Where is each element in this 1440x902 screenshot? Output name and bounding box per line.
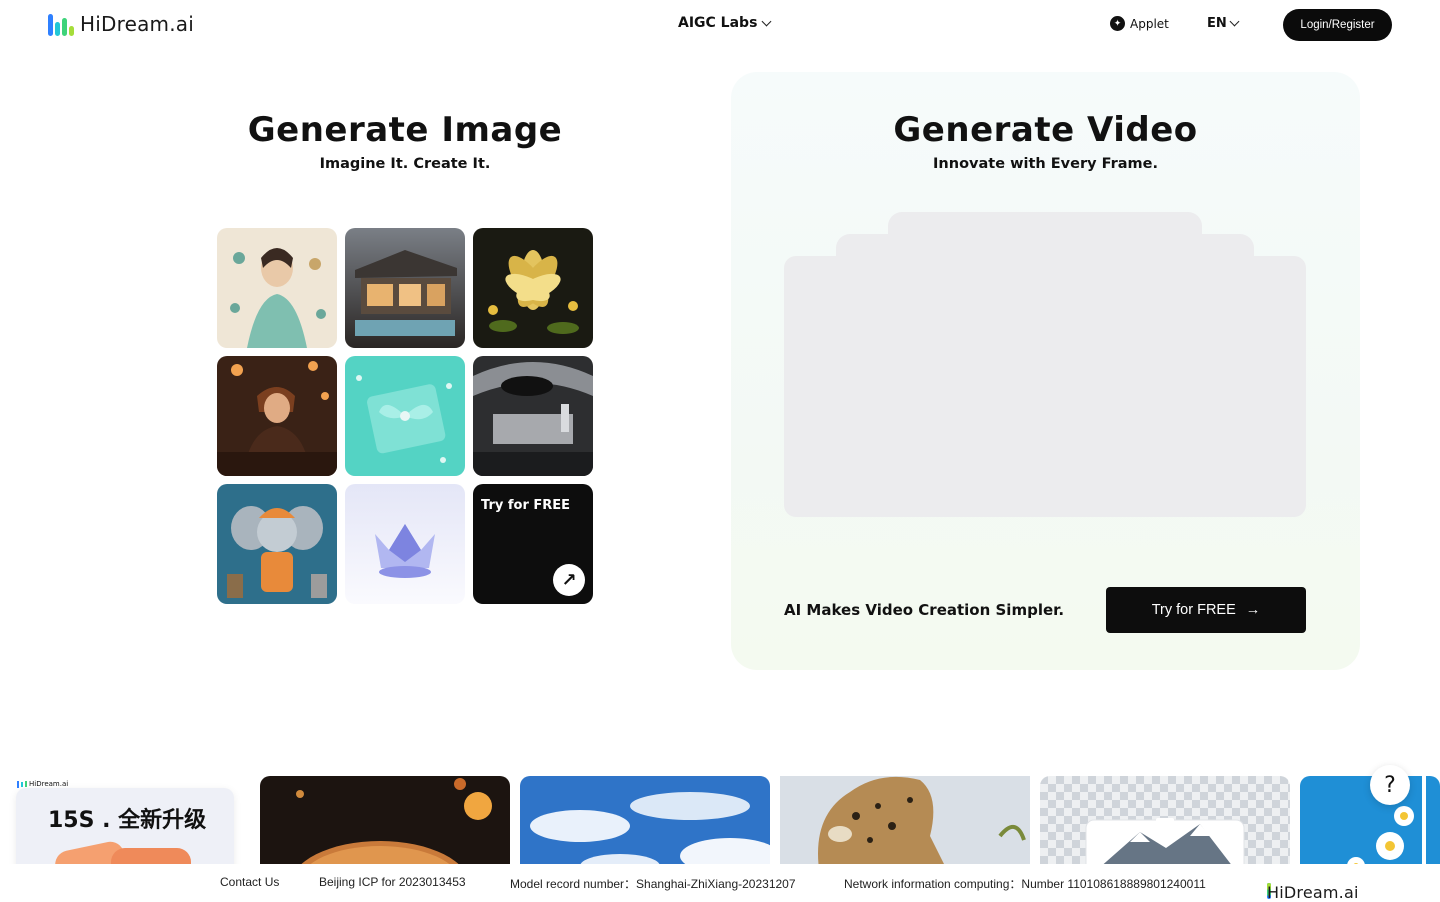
brand-name: HiDream.ai [80, 12, 194, 36]
promo-headline: 15S . 全新升级 [48, 808, 207, 833]
gallery-tile-warrior-tavern[interactable] [217, 356, 337, 476]
gallery-tile-teal-gift[interactable] [345, 356, 465, 476]
try-for-free-label: Try for FREE [481, 498, 571, 513]
video-tagline: AI Makes Video Creation Simpler. [784, 601, 1065, 619]
brand-logo[interactable]: HiDream.ai [48, 12, 194, 36]
language-selector[interactable]: EN [1207, 16, 1240, 31]
gallery-tile-golden-lotus[interactable] [473, 228, 593, 348]
promo-shape [111, 848, 191, 864]
generate-video-card: Generate Video Innovate with Every Frame… [731, 72, 1360, 670]
language-label: EN [1207, 16, 1227, 31]
top-nav-bar: HiDream.ai AIGC Labs ✦ Applet EN Login/R… [0, 0, 1440, 50]
gallery-tile-modern-house[interactable] [345, 228, 465, 348]
generate-image-subtitle: Imagine It. Create It. [319, 156, 491, 172]
contact-us-link[interactable]: Contact Us [220, 875, 279, 889]
generate-image-title: Generate Image [247, 110, 563, 150]
icp-record[interactable]: Beijing ICP for 2023013453 [319, 875, 466, 889]
applet-label: Applet [1130, 16, 1169, 31]
gallery-tile-crystal-crown[interactable] [345, 484, 465, 604]
gallery-tile-cartoon-elephant[interactable] [217, 484, 337, 604]
footer: Contact Us Beijing ICP for 2023013453 Mo… [0, 864, 1440, 902]
footer-brand-logo: HiDream.ai [1267, 872, 1358, 902]
gallery-tile-art-nouveau-woman[interactable] [217, 228, 337, 348]
video-preview-placeholder[interactable] [784, 256, 1306, 517]
model-record: Model record number：Shanghai-ZhiXiang-20… [510, 877, 796, 891]
applet-link[interactable]: ✦ Applet [1110, 16, 1169, 31]
promo-brand: HiDream.ai [17, 780, 68, 788]
video-try-for-free-button[interactable]: Try for FREE → [1106, 587, 1306, 633]
footer-brand-name: HiDream.ai [1267, 883, 1359, 902]
showcase-card-leopard[interactable] [780, 776, 1030, 864]
gallery-tile-spaceship-interior[interactable] [473, 356, 593, 476]
image-gallery-grid: Try for FREE ↗ [217, 228, 593, 604]
brand-logo-icon [48, 12, 74, 36]
login-register-button[interactable]: Login/Register [1283, 9, 1392, 41]
promo-card[interactable]: 15S . 全新升级 [16, 788, 234, 864]
aigc-labs-label: AIGC Labs [678, 15, 758, 31]
generate-video-title: Generate Video [893, 110, 1198, 150]
generate-video-subtitle: Innovate with Every Frame. [933, 156, 1158, 172]
arrow-up-right-icon: ↗ [553, 564, 585, 596]
applet-icon: ✦ [1110, 16, 1125, 31]
help-button[interactable]: ? [1370, 765, 1410, 805]
showcase-strip: 15S . 全新升级 HiDream.ai [0, 740, 1440, 864]
showcase-card-sky[interactable] [520, 776, 770, 864]
network-record: Network information computing：Number 110… [844, 877, 1206, 891]
aigc-labs-menu[interactable]: AIGC Labs [678, 15, 772, 31]
arrow-right-icon: → [1245, 602, 1261, 618]
showcase-card-mountain[interactable] [1040, 776, 1290, 864]
chevron-down-icon [1229, 16, 1240, 27]
generate-image-header: Generate Image Imagine It. Create It. [150, 110, 660, 172]
showcase-card-burger[interactable] [260, 776, 510, 864]
promo-brand-name: HiDream.ai [29, 780, 69, 788]
try-for-free-tile[interactable]: Try for FREE ↗ [473, 484, 593, 604]
video-try-label: Try for FREE [1151, 602, 1236, 618]
chevron-down-icon [761, 16, 772, 26]
